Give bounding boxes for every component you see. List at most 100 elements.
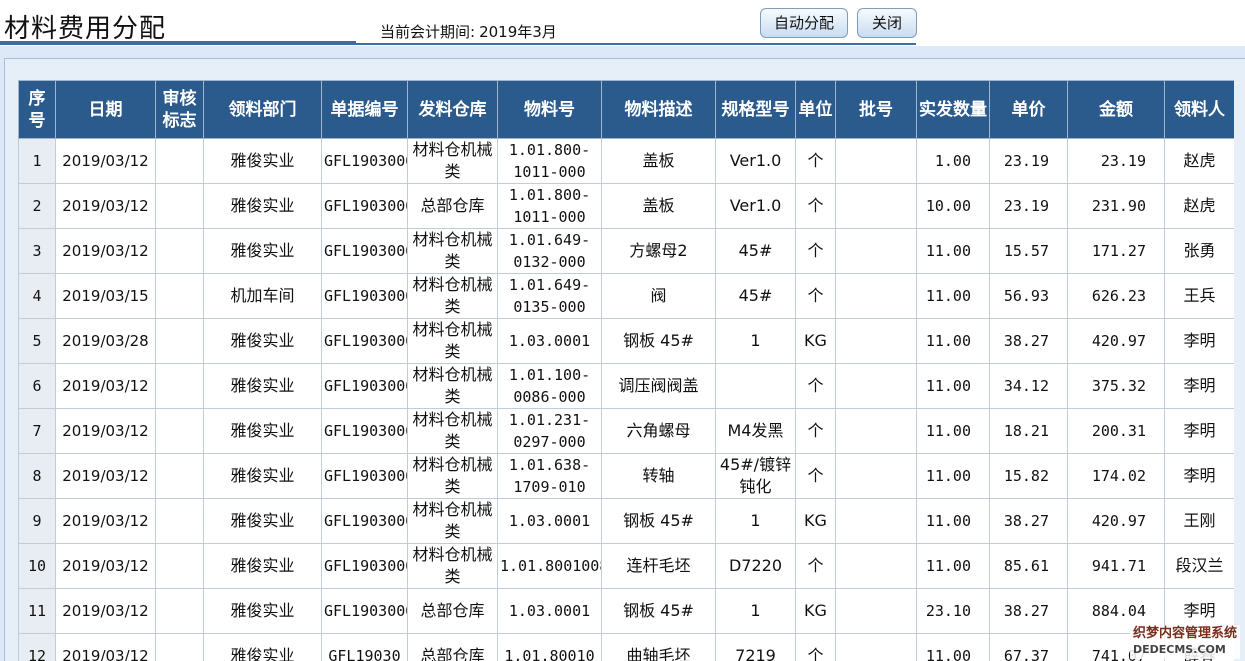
table-row[interactable]: 12019/03/12 雅俊实业GFL19030001材料仓机械类1.01.800… — [18, 138, 1234, 184]
cell-batch — [835, 138, 917, 184]
table-row[interactable]: 102019/03/12 雅俊实业GFL19030007材料仓机械类1.01.80… — [18, 543, 1234, 589]
cell-batch — [835, 318, 917, 364]
table-row[interactable]: 72019/03/12 雅俊实业GFL19030005材料仓机械类1.01.231… — [18, 408, 1234, 454]
column-header-doc-number[interactable]: 单据编号 — [321, 80, 408, 139]
cell-department: 雅俊实业 — [203, 183, 322, 229]
column-header-material-no[interactable]: 物料号 — [497, 80, 602, 139]
table-row[interactable]: 112019/03/12 雅俊实业GFL19030008总部仓库1.03.0001… — [18, 588, 1234, 634]
cell-material-desc: 连杆毛坯 — [601, 543, 716, 589]
cell-date: 2019/03/12 — [55, 453, 156, 499]
cell-qty: 11.00 — [916, 453, 990, 499]
cell-warehouse: 材料仓机械类 — [407, 543, 498, 589]
cell-department: 机加车间 — [203, 273, 322, 319]
table-row[interactable]: 12 2019/03/12 雅俊实业 GFL19030 总部仓库 1.01.80010 曲轴… — [18, 633, 1234, 661]
cell-spec: 45# — [715, 228, 796, 274]
table-row[interactable]: 62019/03/12 雅俊实业GFL19030005材料仓机械类1.01.100… — [18, 363, 1234, 409]
cell-warehouse: 材料仓机械类 — [407, 318, 498, 364]
cell-material-no: 1.01.100-0086-000 — [497, 363, 602, 409]
cell-unit-price: 15.82 — [989, 453, 1068, 499]
cell-qty: 10.00 — [916, 183, 990, 229]
cell-seq: 6 — [18, 363, 56, 409]
cell-unit-price: 38.27 — [989, 498, 1068, 544]
column-header-batch[interactable]: 批号 — [835, 80, 917, 139]
cell-date: 2019/03/12 — [55, 543, 156, 589]
column-header-receiver[interactable]: 领料人 — [1164, 80, 1234, 139]
table-row[interactable]: 32019/03/12 雅俊实业GFL19030002材料仓机械类1.01.649… — [18, 228, 1234, 274]
cell-seq: 8 — [18, 453, 56, 499]
cell-qty: 11.00 — [916, 408, 990, 454]
cell-seq: 7 — [18, 408, 56, 454]
cell-department: 雅俊实业 — [203, 453, 322, 499]
cell-unit: KG — [795, 588, 836, 634]
cell-qty: 23.10 — [916, 588, 990, 634]
cell-material-no: 1.01.800-1011-000 — [497, 138, 602, 184]
cell-seq: 11 — [18, 588, 56, 634]
cell-material-desc: 六角螺母 — [601, 408, 716, 454]
cell-receiver: 段汉兰 — [1164, 543, 1234, 589]
table-row[interactable]: 82019/03/12 雅俊实业GFL19030005材料仓机械类1.01.638… — [18, 453, 1234, 499]
cell-unit: 个 — [795, 273, 836, 319]
cell-warehouse: 总部仓库 — [407, 633, 498, 661]
cell-batch — [835, 543, 917, 589]
cell-doc-number: GFL19030006 — [321, 498, 408, 544]
cell-date: 2019/03/12 — [55, 408, 156, 454]
column-header-audit-flag[interactable]: 审核标志 — [155, 80, 204, 139]
cell-receiver: 李明 — [1164, 363, 1234, 409]
cell-batch — [835, 228, 917, 274]
column-header-unit-price[interactable]: 单价 — [989, 80, 1068, 139]
cell-date: 2019/03/15 — [55, 273, 156, 319]
column-header-material-desc[interactable]: 物料描述 — [601, 80, 716, 139]
cell-qty: 11.00 — [916, 543, 990, 589]
cell-amount: 171.27 — [1067, 228, 1165, 274]
column-header-unit[interactable]: 单位 — [795, 80, 836, 139]
cell-batch — [835, 183, 917, 229]
cell-receiver: 李明 — [1164, 408, 1234, 454]
cell-material-desc: 盖板 — [601, 183, 716, 229]
column-header-warehouse[interactable]: 发料仓库 — [407, 80, 498, 139]
allocation-grid[interactable]: 序号 日期 审核标志 领料部门 单据编号 发料仓库 物料号 物料描述 规格型号 单位 批号 实发数量单… — [18, 80, 1234, 661]
column-header-seq[interactable]: 序号 — [18, 80, 56, 139]
cell-department: 雅俊实业 — [203, 138, 322, 184]
cell-seq: 3 — [18, 228, 56, 274]
cell-batch — [835, 588, 917, 634]
table-row[interactable]: 22019/03/12 雅俊实业GFL19030001总部仓库1.01.800-1… — [18, 183, 1234, 229]
cell-doc-number: GFL19030007 — [321, 543, 408, 589]
cell-amount: 231.90 — [1067, 183, 1165, 229]
cell-audit-flag — [155, 138, 204, 184]
cell-amount: 420.97 — [1067, 318, 1165, 364]
cell-material-desc: 钢板 45# — [601, 318, 716, 364]
period-label: 当前会计期间: — [380, 23, 476, 41]
cell-department: 雅俊实业 — [203, 408, 322, 454]
cell-material-no: 1.01.638-1709-010 — [497, 453, 602, 499]
cell-receiver: 赵虎 — [1164, 183, 1234, 229]
cell-date: 2019/03/12 — [55, 498, 156, 544]
table-row[interactable]: 92019/03/12 雅俊实业GFL19030006材料仓机械类1.03.000… — [18, 498, 1234, 544]
column-header-date[interactable]: 日期 — [55, 80, 156, 139]
column-header-qty[interactable]: 实发数量 — [916, 80, 990, 139]
cell-material-no: 1.01.231-0297-000 — [497, 408, 602, 454]
cell-audit-flag — [155, 453, 204, 499]
cell-material-no: 1.01.649-0132-000 — [497, 228, 602, 274]
cell-date: 2019/03/28 — [55, 318, 156, 364]
column-header-spec[interactable]: 规格型号 — [715, 80, 796, 139]
cell-material-desc: 钢板 45# — [601, 498, 716, 544]
cell-qty: 11.00 — [916, 498, 990, 544]
table-row[interactable]: 52019/03/28 雅俊实业GFL19030004材料仓机械类1.03.000… — [18, 318, 1234, 364]
cell-seq: 12 — [18, 633, 56, 661]
cell-department: 雅俊实业 — [203, 633, 322, 661]
cell-qty: 11.00 — [916, 633, 990, 661]
cell-date: 2019/03/12 — [55, 228, 156, 274]
cell-unit: 个 — [795, 228, 836, 274]
cell-audit-flag — [155, 363, 204, 409]
cell-department: 雅俊实业 — [203, 498, 322, 544]
column-header-amount[interactable]: 金额 — [1067, 80, 1165, 139]
cell-audit-flag — [155, 273, 204, 319]
cell-unit: 个 — [795, 543, 836, 589]
column-header-department[interactable]: 领料部门 — [203, 80, 322, 139]
auto-allocate-button[interactable]: 自动分配 — [760, 8, 848, 38]
cell-unit-price: 15.57 — [989, 228, 1068, 274]
cell-date: 2019/03/12 — [55, 138, 156, 184]
cell-material-desc: 阀 — [601, 273, 716, 319]
table-row[interactable]: 42019/03/15 机加车间GFL19030003材料仓机械类1.01.649… — [18, 273, 1234, 319]
close-button[interactable]: 关闭 — [857, 8, 917, 38]
